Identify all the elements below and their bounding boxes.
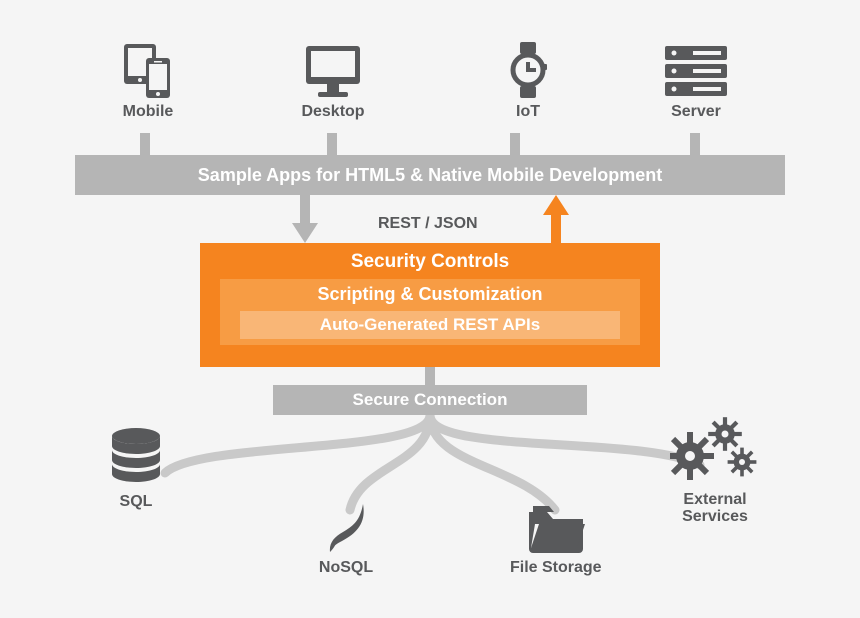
autogen-label: Auto-Generated REST APIs bbox=[320, 315, 540, 335]
connector-tick bbox=[140, 133, 150, 155]
datasource-external: External Services bbox=[670, 416, 760, 526]
desktop-icon bbox=[297, 42, 369, 98]
client-desktop: Desktop bbox=[297, 42, 369, 121]
desktop-label: Desktop bbox=[301, 104, 364, 121]
mobile-icon bbox=[112, 42, 184, 98]
client-iot: IoT bbox=[492, 42, 564, 121]
client-mobile: Mobile bbox=[112, 42, 184, 121]
datasource-nosql: NoSQL bbox=[310, 498, 382, 577]
server-label: Server bbox=[671, 104, 721, 121]
client-server: Server bbox=[660, 42, 732, 121]
sample-apps-bar: Sample Apps for HTML5 & Native Mobile De… bbox=[75, 155, 785, 195]
sample-apps-text: Sample Apps for HTML5 & Native Mobile De… bbox=[198, 165, 662, 186]
down-arrow-icon bbox=[292, 195, 318, 243]
datasource-sql: SQL bbox=[100, 426, 172, 511]
connector-tick bbox=[510, 133, 520, 155]
nosql-label: NoSQL bbox=[319, 560, 373, 577]
connector-tick bbox=[425, 367, 435, 385]
scripting-layer: Scripting & Customization Auto-Generated… bbox=[220, 279, 640, 345]
watch-icon bbox=[492, 42, 564, 98]
up-arrow-icon bbox=[543, 195, 569, 243]
security-controls-label: Security Controls bbox=[351, 251, 509, 273]
sql-label: SQL bbox=[120, 494, 153, 511]
scripting-label: Scripting & Customization bbox=[318, 284, 543, 305]
filestorage-label: File Storage bbox=[510, 560, 602, 577]
datasource-filestorage: File Storage bbox=[510, 498, 602, 577]
secure-connection-text: Secure Connection bbox=[353, 390, 508, 410]
folder-icon bbox=[520, 498, 592, 554]
iot-label: IoT bbox=[516, 104, 540, 121]
mobile-label: Mobile bbox=[123, 104, 174, 121]
secure-connection-bar: Secure Connection bbox=[273, 385, 587, 415]
api-layer-box: Security Controls Scripting & Customizat… bbox=[200, 243, 660, 367]
connector-tick bbox=[327, 133, 337, 155]
connector-tick bbox=[690, 133, 700, 155]
leaf-icon bbox=[310, 498, 382, 554]
architecture-diagram: Mobile Desktop bbox=[0, 0, 860, 618]
server-icon bbox=[660, 42, 732, 98]
rest-json-label: REST / JSON bbox=[378, 215, 478, 233]
autogen-layer: Auto-Generated REST APIs bbox=[240, 311, 620, 339]
external-services-label: External Services bbox=[682, 492, 748, 526]
database-icon bbox=[100, 426, 172, 488]
gears-icon bbox=[670, 416, 760, 486]
